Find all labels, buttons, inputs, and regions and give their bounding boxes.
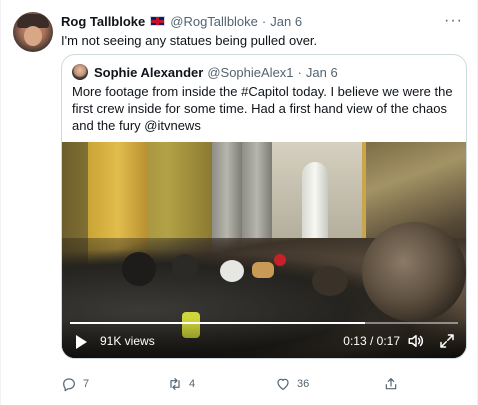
video-frame-head [312,266,348,296]
video-timecode: 0:13 / 0:17 [343,334,400,348]
video-frame-red-cap [274,254,286,266]
quoted-tweet-header: Sophie Alexander @SophieAlex1 · Jan 6 [72,63,338,81]
retweet-icon [170,378,180,390]
quoted-tweet[interactable]: Sophie Alexander @SophieAlex1 · Jan 6 Mo… [61,54,467,359]
fullscreen-icon[interactable] [438,332,456,350]
tweet-header: Rog Tallbloke @RogTallbloke · Jan 6 ··· [61,12,465,30]
reply-count: 7 [83,378,90,390]
play-icon[interactable] [76,335,87,349]
uk-flag-icon [150,16,166,26]
view-count: 91K views [100,334,155,348]
video-frame-hat [252,262,274,278]
author-name[interactable]: Rog Tallbloke [61,14,145,29]
video-controls: 91K views 0:13 / 0:17 [62,318,466,358]
tweet-text: I'm not seeing any statues being pulled … [61,33,318,48]
quoted-separator-dot: · [297,64,302,80]
tweet-timestamp[interactable]: Jan 6 [270,14,302,29]
volume-icon[interactable] [406,332,426,350]
like-icon [277,378,289,390]
quoted-author-avatar [72,64,88,80]
video-frame-head [122,252,156,286]
like-button[interactable]: 36 [275,372,309,396]
video-frame-helmet [220,260,244,282]
author-handle[interactable]: @RogTallbloke [170,14,258,29]
separator-dot: · [261,13,267,29]
retweet-button[interactable]: 4 [167,372,195,396]
avatar-face [24,26,42,46]
video-progress-fill [70,322,365,324]
video-progress-bar[interactable] [70,322,458,324]
video-frame-head [172,254,198,280]
quoted-timestamp: Jan 6 [305,64,338,80]
share-icon [385,378,397,390]
video-frame-foreground-head [362,222,466,322]
video-player[interactable]: 91K views 0:13 / 0:17 [62,142,466,358]
quoted-tweet-text: More footage from inside the #Capitol to… [72,84,453,133]
quoted-author-handle: @SophieAlex1 [207,64,294,80]
more-icon[interactable]: ··· [444,12,463,30]
share-button[interactable] [383,372,405,396]
retweet-count: 4 [189,378,196,390]
tweet-actions: 7 4 36 [61,372,465,396]
reply-icon [63,378,75,392]
author-avatar[interactable] [13,12,53,52]
like-count: 36 [297,378,310,390]
tweet-card[interactable]: Rog Tallbloke @RogTallbloke · Jan 6 ··· … [0,0,478,405]
quoted-author-name: Sophie Alexander [94,64,204,80]
reply-button[interactable]: 7 [61,372,89,396]
